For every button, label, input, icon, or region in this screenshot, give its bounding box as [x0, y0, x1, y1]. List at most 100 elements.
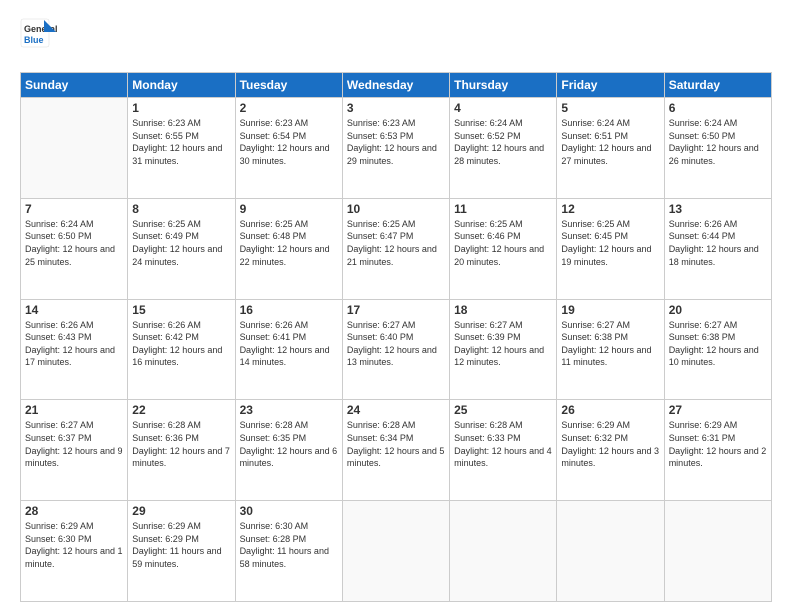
- sunset-label: Sunset: 6:47 PM: [347, 231, 414, 241]
- sunset-label: Sunset: 6:43 PM: [25, 332, 92, 342]
- calendar: SundayMondayTuesdayWednesdayThursdayFrid…: [20, 72, 772, 602]
- daylight-label: Daylight: 12 hours and 10 minutes.: [669, 345, 759, 368]
- sunset-label: Sunset: 6:41 PM: [240, 332, 307, 342]
- calendar-cell: 26Sunrise: 6:29 AMSunset: 6:32 PMDayligh…: [557, 400, 664, 501]
- cell-info: Sunrise: 6:23 AMSunset: 6:53 PMDaylight:…: [347, 117, 445, 167]
- day-number: 23: [240, 403, 338, 417]
- cell-info: Sunrise: 6:24 AMSunset: 6:52 PMDaylight:…: [454, 117, 552, 167]
- calendar-cell: 16Sunrise: 6:26 AMSunset: 6:41 PMDayligh…: [235, 299, 342, 400]
- sunset-label: Sunset: 6:53 PM: [347, 131, 414, 141]
- cell-info: Sunrise: 6:25 AM Sunset: 6:49 PM Daylight:…: [132, 218, 230, 268]
- calendar-week-row: 21 Sunrise: 6:27 AM Sunset: 6:37 PM Dayligh…: [21, 400, 772, 501]
- daylight-label: Daylight: 12 hours and 17 minutes.: [25, 345, 115, 368]
- sunset-label: Sunset: 6:40 PM: [347, 332, 414, 342]
- sunrise-label: Sunrise: 6:28 AM: [132, 420, 201, 430]
- calendar-week-row: 1Sunrise: 6:23 AMSunset: 6:55 PMDaylight…: [21, 98, 772, 199]
- cell-info: Sunrise: 6:26 AMSunset: 6:41 PMDaylight:…: [240, 319, 338, 369]
- day-number: 22: [132, 403, 230, 417]
- daylight-label: Daylight: 12 hours and 9 minutes.: [25, 446, 123, 469]
- sunrise-label: Sunrise: 6:27 AM: [347, 320, 416, 330]
- sunset-label: Sunset: 6:49 PM: [132, 231, 199, 241]
- sunrise-label: Sunrise: 6:28 AM: [454, 420, 523, 430]
- cell-info: Sunrise: 6:25 AMSunset: 6:46 PMDaylight:…: [454, 218, 552, 268]
- calendar-cell: 15Sunrise: 6:26 AMSunset: 6:42 PMDayligh…: [128, 299, 235, 400]
- sunrise-label: Sunrise: 6:26 AM: [132, 320, 201, 330]
- logo-svg: General Blue: [20, 18, 64, 62]
- daylight-label: Daylight: 12 hours and 4 minutes.: [454, 446, 552, 469]
- sunset-label: Sunset: 6:44 PM: [669, 231, 736, 241]
- cell-info: Sunrise: 6:29 AMSunset: 6:29 PMDaylight:…: [132, 520, 230, 570]
- sunset-label: Sunset: 6:28 PM: [240, 534, 307, 544]
- daylight-label: Daylight: 12 hours and 11 minutes.: [561, 345, 651, 368]
- sunrise-label: Sunrise: 6:27 AM: [454, 320, 523, 330]
- daylight-label: Daylight: 12 hours and 16 minutes.: [132, 345, 222, 368]
- calendar-cell: 12Sunrise: 6:25 AMSunset: 6:45 PMDayligh…: [557, 198, 664, 299]
- sunrise-label: Sunrise: 6:25 AM: [454, 219, 523, 229]
- daylight-label: Daylight: 12 hours and 13 minutes.: [347, 345, 437, 368]
- calendar-cell: 6Sunrise: 6:24 AMSunset: 6:50 PMDaylight…: [664, 98, 771, 199]
- sunset-label: Sunset: 6:51 PM: [561, 131, 628, 141]
- day-number: 9: [240, 202, 338, 216]
- weekday-header: Saturday: [664, 73, 771, 98]
- sunset-label: Sunset: 6:37 PM: [25, 433, 92, 443]
- sunrise-label: Sunrise: 6:25 AM: [347, 219, 416, 229]
- sunset-label: Sunset: 6:35 PM: [240, 433, 307, 443]
- calendar-cell: 25Sunrise: 6:28 AMSunset: 6:33 PMDayligh…: [450, 400, 557, 501]
- cell-info: Sunrise: 6:27 AMSunset: 6:38 PMDaylight:…: [561, 319, 659, 369]
- calendar-cell: 21 Sunrise: 6:27 AM Sunset: 6:37 PM Dayligh…: [21, 400, 128, 501]
- daylight-label: Daylight: 12 hours and 28 minutes.: [454, 143, 544, 166]
- day-number: 20: [669, 303, 767, 317]
- daylight-label: Daylight: 12 hours and 22 minutes.: [240, 244, 330, 267]
- sunrise-label: Sunrise: 6:26 AM: [25, 320, 94, 330]
- sunrise-label: Sunrise: 6:25 AM: [561, 219, 630, 229]
- calendar-cell: 3 Sunrise: 6:23 AMSunset: 6:53 PMDaylight…: [342, 98, 449, 199]
- sunrise-label: Sunrise: 6:29 AM: [132, 521, 201, 531]
- daylight-label: Daylight: 12 hours and 24 minutes.: [132, 244, 222, 267]
- sunrise-label: Sunrise: 6:27 AM: [25, 420, 94, 430]
- weekday-header: Thursday: [450, 73, 557, 98]
- calendar-cell: 4Sunrise: 6:24 AMSunset: 6:52 PMDaylight…: [450, 98, 557, 199]
- day-number: 21: [25, 403, 123, 417]
- cell-info: Sunrise: 6:30 AMSunset: 6:28 PMDaylight:…: [240, 520, 338, 570]
- calendar-cell: 18Sunrise: 6:27 AMSunset: 6:39 PMDayligh…: [450, 299, 557, 400]
- sunset-label: Sunset: 6:32 PM: [561, 433, 628, 443]
- day-number: 3: [347, 101, 445, 115]
- daylight-label: Daylight: 12 hours and 31 minutes.: [132, 143, 222, 166]
- calendar-cell: 23Sunrise: 6:28 AMSunset: 6:35 PMDayligh…: [235, 400, 342, 501]
- daylight-label: Daylight: 12 hours and 21 minutes.: [347, 244, 437, 267]
- day-number: 17: [347, 303, 445, 317]
- sunrise-label: Sunrise: 6:25 AM: [132, 219, 201, 229]
- sunrise-label: Sunrise: 6:24 AM: [454, 118, 523, 128]
- cell-info: Sunrise: 6:24 AMSunset: 6:50 PMDaylight:…: [25, 218, 123, 268]
- day-number: 8: [132, 202, 230, 216]
- day-number: 10: [347, 202, 445, 216]
- sunset-label: Sunset: 6:31 PM: [669, 433, 736, 443]
- cell-info: Sunrise: 6:23 AMSunset: 6:54 PMDaylight:…: [240, 117, 338, 167]
- day-number: 25: [454, 403, 552, 417]
- daylight-label: Daylight: 11 hours and 59 minutes.: [132, 546, 221, 569]
- day-number: 26: [561, 403, 659, 417]
- sunrise-label: Sunrise: 6:30 AM: [240, 521, 309, 531]
- sunset-label: Sunset: 6:50 PM: [669, 131, 736, 141]
- calendar-cell: 14 Sunrise: 6:26 AM Sunset: 6:43 PM Dayligh…: [21, 299, 128, 400]
- sunset-label: Sunset: 6:36 PM: [132, 433, 199, 443]
- calendar-cell: [21, 98, 128, 199]
- day-number: 6: [669, 101, 767, 115]
- sunrise-label: Sunrise: 6:23 AM: [132, 118, 201, 128]
- calendar-cell: 30Sunrise: 6:30 AMSunset: 6:28 PMDayligh…: [235, 501, 342, 602]
- day-number: 5: [561, 101, 659, 115]
- day-number: 1: [132, 101, 230, 115]
- sunrise-label: Sunrise: 6:28 AM: [347, 420, 416, 430]
- day-number: 14: [25, 303, 123, 317]
- calendar-cell: 22Sunrise: 6:28 AMSunset: 6:36 PMDayligh…: [128, 400, 235, 501]
- day-number: 2: [240, 101, 338, 115]
- calendar-week-row: 28Sunrise: 6:29 AMSunset: 6:30 PMDayligh…: [21, 501, 772, 602]
- day-number: 29: [132, 504, 230, 518]
- sunset-label: Sunset: 6:48 PM: [240, 231, 307, 241]
- sunrise-label: Sunrise: 6:29 AM: [669, 420, 738, 430]
- sunset-label: Sunset: 6:39 PM: [454, 332, 521, 342]
- calendar-week-row: 14 Sunrise: 6:26 AM Sunset: 6:43 PM Dayligh…: [21, 299, 772, 400]
- day-number: 28: [25, 504, 123, 518]
- cell-info: Sunrise: 6:26 AMSunset: 6:44 PMDaylight:…: [669, 218, 767, 268]
- cell-info: Sunrise: 6:25 AMSunset: 6:45 PMDaylight:…: [561, 218, 659, 268]
